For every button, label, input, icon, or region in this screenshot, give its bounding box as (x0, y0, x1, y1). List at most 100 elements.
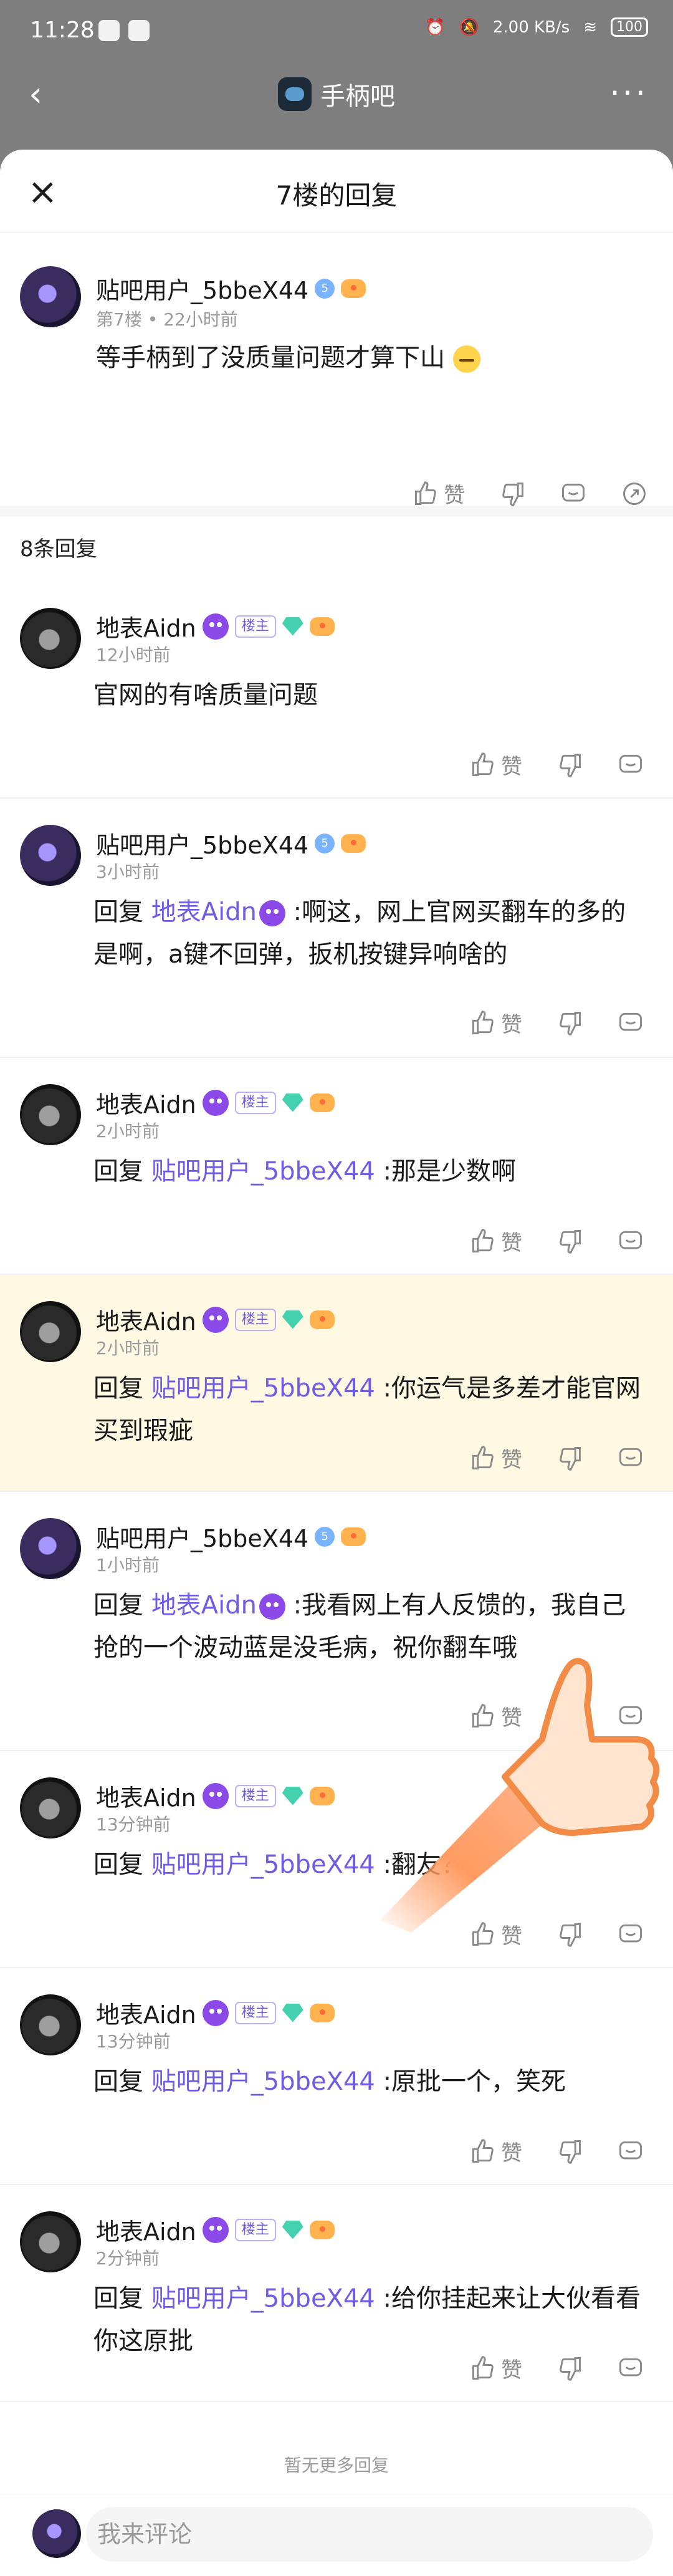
reply-item: 地表Aidn 楼主 2小时前 回复 贴吧用户_5bbeX44 :你运气是多差才能… (0, 1275, 673, 1492)
reply-content: 回复 贴吧用户_5bbeX44 :原批一个，笑死 (93, 2060, 645, 2103)
avatar[interactable] (20, 1777, 81, 1838)
reply-author-line: 地表Aidn 楼主 (96, 1302, 335, 1337)
back-icon[interactable]: ‹ (29, 77, 42, 112)
host-badge: 楼主 (234, 1308, 276, 1331)
like-label: 赞 (501, 1012, 522, 1037)
reply-time: 2分钟前 (96, 2248, 160, 2269)
mention-link[interactable]: 贴吧用户_5bbeX44 (151, 1374, 375, 1403)
like-button[interactable]: 赞 (413, 478, 465, 509)
avatar[interactable] (20, 266, 81, 327)
game-badge-icon (309, 2220, 335, 2239)
like-button[interactable]: 赞 (470, 1007, 522, 1038)
reply-author-line: 地表Aidn 楼主 (96, 1996, 335, 2030)
avatar[interactable] (20, 1518, 81, 1579)
dislike-button[interactable] (556, 1444, 583, 1472)
reply-author-line: 贴吧用户_5bbeX44 5 (96, 1519, 366, 1554)
dislike-icon (556, 2138, 583, 2165)
reply-time: 3小时前 (96, 862, 160, 882)
main-post: 贴吧用户_5bbeX44 5 第7楼 • 22小时前 等手柄到了没质量问题才算下… (0, 233, 673, 509)
avatar[interactable] (20, 2211, 81, 2272)
game-badge-icon (309, 617, 335, 636)
post-author[interactable]: 贴吧用户_5bbeX44 (96, 271, 308, 305)
gem-badge-icon (282, 1093, 303, 1112)
comment-button[interactable] (617, 2355, 644, 2382)
reply-author[interactable]: 地表Aidn (96, 2213, 196, 2247)
reply-author[interactable]: 地表Aidn (96, 1302, 196, 1337)
comment-button[interactable] (617, 1444, 644, 1472)
more-dots-icon[interactable]: ··· (609, 75, 648, 112)
reply-author[interactable]: 地表Aidn (96, 1779, 196, 1813)
dislike-button[interactable] (556, 1921, 583, 1948)
like-button[interactable]: 赞 (470, 2353, 522, 2383)
reply-author-line: 地表Aidn 楼主 (96, 1085, 335, 1120)
reply-author[interactable]: 地表Aidn (96, 609, 196, 643)
reply-sheet: × 7楼的回复 贴吧用户_5bbeX44 5 第7楼 • 22小时前 等手柄到了… (0, 150, 673, 2576)
game-badge-icon (309, 1786, 335, 1805)
status-time: 11:28 (30, 17, 95, 43)
floor-label: 第7楼 (96, 309, 142, 330)
mention-link[interactable]: 贴吧用户_5bbeX44 (151, 1850, 375, 1879)
mention-link[interactable]: 贴吧用户_5bbeX44 (151, 1157, 375, 1186)
status-indicators: ⏰ 🔕 2.00 KB/s ≋ 100 (425, 17, 648, 37)
reply-author[interactable]: 贴吧用户_5bbeX44 (96, 826, 308, 860)
level-badge: 5 (315, 1526, 335, 1547)
like-button[interactable]: 赞 (470, 2136, 522, 2166)
reply-actions: 赞 (470, 1226, 644, 1256)
mention-link[interactable]: 地表Aidn (151, 898, 257, 926)
reply-author[interactable]: 地表Aidn (96, 1996, 196, 2030)
dislike-icon (556, 2355, 583, 2382)
like-button[interactable]: 赞 (470, 749, 522, 780)
like-button[interactable]: 赞 (470, 1443, 522, 1473)
comment-button[interactable] (617, 2138, 644, 2165)
mention-link[interactable]: 地表Aidn (151, 1591, 257, 1620)
avatar[interactable] (20, 1994, 81, 2055)
reply-content: 官网的有啥质量问题 (93, 674, 645, 716)
reply-actions: 赞 (470, 1919, 644, 1949)
avatar[interactable] (20, 608, 81, 669)
comment-icon (617, 1444, 644, 1472)
like-icon (470, 1228, 497, 1255)
reply-time: 1小时前 (96, 1555, 160, 1575)
comment-button[interactable] (617, 1228, 644, 1255)
dislike-button[interactable] (499, 480, 526, 507)
dislike-button[interactable] (556, 751, 583, 779)
avatar[interactable] (20, 825, 81, 886)
dislike-button[interactable] (556, 2355, 583, 2382)
avatar[interactable] (20, 1301, 81, 1362)
silent-icon: 🔕 (459, 17, 479, 37)
dislike-button[interactable] (556, 2138, 583, 2165)
comment-button[interactable] (617, 751, 644, 779)
avatar[interactable] (20, 1084, 81, 1145)
reply-prefix: 回复 (93, 1850, 143, 1879)
like-button[interactable]: 赞 (470, 1701, 522, 1731)
mention-link[interactable]: 贴吧用户_5bbeX44 (151, 2067, 375, 2096)
forum-title[interactable]: 手柄吧 (278, 74, 395, 115)
reply-item: 贴吧用户_5bbeX44 5 1小时前 回复 地表Aidn :我看网上有人反馈的… (0, 1492, 673, 1751)
reply-author[interactable]: 贴吧用户_5bbeX44 (96, 1519, 308, 1554)
dislike-button[interactable] (556, 1009, 583, 1037)
comment-button[interactable] (617, 1921, 644, 1948)
like-button[interactable]: 赞 (470, 1919, 522, 1949)
comment-button[interactable] (617, 1009, 644, 1037)
host-badge: 楼主 (234, 2218, 276, 2241)
like-label: 赞 (501, 1448, 522, 1473)
reply-content: 回复 贴吧用户_5bbeX44 :那是少数啊 (93, 1150, 645, 1193)
reply-author[interactable]: 地表Aidn (96, 1085, 196, 1120)
reply-actions: 赞 (470, 2353, 644, 2383)
comment-button[interactable] (560, 480, 587, 507)
battery-indicator: 100 (611, 17, 648, 37)
level-badge: 5 (315, 278, 335, 299)
dislike-button[interactable] (556, 1703, 583, 1730)
dislike-button[interactable] (556, 1228, 583, 1255)
like-label: 赞 (501, 2358, 522, 2383)
reply-item: 地表Aidn 楼主 13分钟前 回复 贴吧用户_5bbeX44 :翻友？ 赞 (0, 1751, 673, 1968)
mention-link[interactable]: 贴吧用户_5bbeX44 (151, 2284, 375, 2313)
comment-input[interactable] (86, 2507, 653, 2562)
gem-badge-icon (282, 2003, 303, 2022)
comment-button[interactable] (617, 1703, 644, 1730)
like-button[interactable]: 赞 (470, 1226, 522, 1256)
reply-item: 地表Aidn 楼主 13分钟前 回复 贴吧用户_5bbeX44 :原批一个，笑死… (0, 1968, 673, 2185)
gem-badge-icon (282, 617, 303, 636)
reply-text: :翻友？ (383, 1850, 467, 1879)
share-button[interactable] (621, 480, 648, 507)
